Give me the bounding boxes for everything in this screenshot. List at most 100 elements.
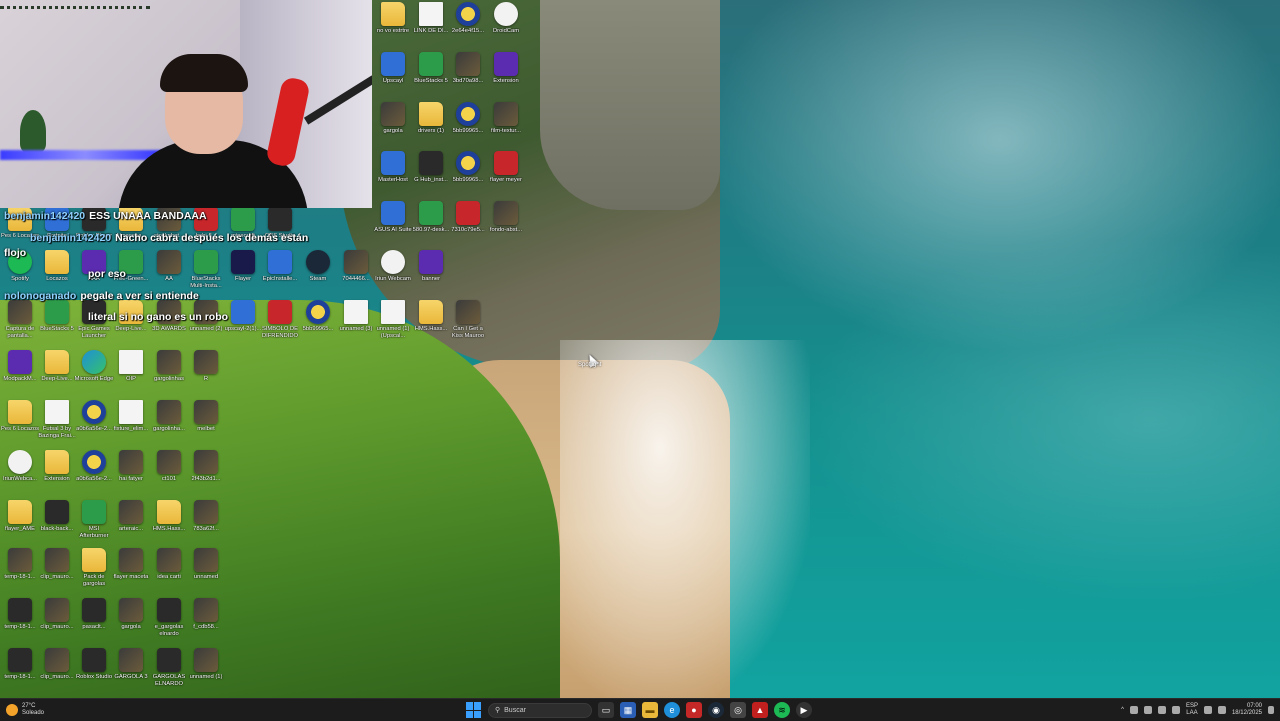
desktop-icon[interactable]: BlueStacks 5: [411, 52, 451, 92]
desktop-icon[interactable]: upscayl-2(1)...: [223, 300, 263, 340]
desktop-icon[interactable]: 2e64e4f15...: [448, 2, 488, 42]
desktop-icon[interactable]: fixture_elim...: [111, 400, 151, 440]
desktop-icon[interactable]: a0b6a56e-2...: [74, 450, 114, 490]
desktop-icon[interactable]: BlueStacks Multi-Insta...: [186, 250, 226, 290]
tray-app-icon[interactable]: [1143, 706, 1152, 714]
desktop-icon[interactable]: banner: [411, 250, 451, 290]
desktop-icon[interactable]: drivers (1): [411, 102, 451, 142]
obs-icon[interactable]: ◎: [730, 702, 746, 718]
desktop-icon[interactable]: Captura de pantalla...: [0, 300, 40, 340]
steam-icon[interactable]: ◉: [708, 702, 724, 718]
desktop-icon[interactable]: gargola: [111, 598, 151, 638]
chevron-up-icon[interactable]: ^: [1121, 707, 1124, 713]
desktop-icon[interactable]: gargolinha...: [149, 400, 189, 440]
desktop-icon[interactable]: 5bb99965...: [448, 151, 488, 191]
desktop-icon[interactable]: Futsal 3 by Bazinga Frai...: [37, 400, 77, 440]
desktop-icon[interactable]: DroidCam: [486, 2, 526, 42]
desktop-icon[interactable]: temp-18-1...: [0, 548, 40, 588]
file-explorer-icon[interactable]: ▬: [642, 702, 658, 718]
desktop-icon[interactable]: G Hub_inst...: [411, 151, 451, 191]
desktop-icon[interactable]: Upscayl: [373, 52, 413, 92]
desktop-icon[interactable]: ct101: [149, 450, 189, 490]
desktop-icon[interactable]: HMS.Hass...: [149, 500, 189, 540]
desktop-icon[interactable]: Extension: [486, 52, 526, 92]
desktop-icon[interactable]: GARGOLAS ELNARDO: [149, 648, 189, 688]
desktop-icon[interactable]: Pes 6 Locazos: [0, 400, 40, 440]
desktop-icon[interactable]: 5bb99965...: [448, 102, 488, 142]
desktop-icon[interactable]: fondo-abst...: [486, 201, 526, 241]
desktop-icon[interactable]: HMS.Hass...: [411, 300, 451, 340]
tray-app-icon[interactable]: [1157, 706, 1166, 714]
desktop-icon[interactable]: unnamed (1) (Upscal...: [373, 300, 413, 340]
clock[interactable]: 07:00 18/12/2025: [1232, 703, 1262, 717]
desktop-icon[interactable]: BlueStacks 5: [37, 300, 77, 340]
desktop-icon[interactable]: Iriun Webcam: [373, 250, 413, 290]
weather-widget[interactable]: 27°C Soleado: [6, 701, 44, 719]
desktop-icon[interactable]: Microsoft Edge: [74, 350, 114, 390]
network-icon[interactable]: [1203, 706, 1212, 714]
desktop-icon[interactable]: 5bb99965...: [298, 300, 338, 340]
widgets-icon[interactable]: ▦: [620, 702, 636, 718]
desktop-icon[interactable]: black-back...: [37, 500, 77, 540]
desktop-icon[interactable]: gargola: [373, 102, 413, 142]
desktop-icon[interactable]: Flayer: [223, 250, 263, 290]
recording-app-icon[interactable]: ●: [686, 702, 702, 718]
desktop-icon[interactable]: GARGOLA 3: [111, 648, 151, 688]
volume-icon[interactable]: [1217, 706, 1226, 714]
desktop-icon[interactable]: EpicInstalle...: [260, 250, 300, 290]
desktop-icon[interactable]: 2f43b2d1...: [186, 450, 226, 490]
tray-app-icon[interactable]: [1129, 706, 1138, 714]
desktop-icon[interactable]: IriunWebca...: [0, 450, 40, 490]
desktop-icon[interactable]: Extension: [37, 450, 77, 490]
edge-icon[interactable]: e: [664, 702, 680, 718]
desktop-icon[interactable]: gargolinhas: [149, 350, 189, 390]
desktop-icon[interactable]: clip_mauro...: [37, 548, 77, 588]
desktop-icon[interactable]: unnamed: [186, 548, 226, 588]
desktop-icon[interactable]: 7310c79e5...: [448, 201, 488, 241]
desktop-icon[interactable]: Can I Get a Kiss Mauroo: [448, 300, 488, 340]
desktop-icon[interactable]: R: [186, 350, 226, 390]
start-button[interactable]: [466, 702, 482, 718]
desktop-icon[interactable]: flayer meyer: [486, 151, 526, 191]
desktop-icon[interactable]: MSI Afterburner: [74, 500, 114, 540]
desktop-icon[interactable]: melbet: [186, 400, 226, 440]
desktop-icon[interactable]: a0b6a56e-2...: [74, 400, 114, 440]
desktop-icon[interactable]: SIMBOLO DE DIFRENDIDO: [260, 300, 300, 340]
desktop-icon[interactable]: ASUS AI Suite: [373, 201, 413, 241]
desktop-icon[interactable]: 3bd70a98...: [448, 52, 488, 92]
media-player-icon[interactable]: ▶: [796, 702, 812, 718]
notification-icon[interactable]: [1268, 706, 1274, 714]
desktop-icon[interactable]: Deep-Live...: [37, 350, 77, 390]
desktop-icon[interactable]: unnamed (3): [336, 300, 376, 340]
desktop-icon[interactable]: AA: [149, 250, 189, 290]
desktop-icon[interactable]: temp-18-1...: [0, 648, 40, 688]
spotify-icon[interactable]: ≋: [774, 702, 790, 718]
desktop-icon[interactable]: Locazos: [37, 250, 77, 290]
desktop-icon[interactable]: temp-18-1...: [0, 598, 40, 638]
desktop-icon[interactable]: OIP: [111, 350, 151, 390]
desktop-icon[interactable]: 580.97-desk...: [411, 201, 451, 241]
language-indicator[interactable]: ESP LAA: [1186, 703, 1198, 717]
desktop-icon[interactable]: flayer maceta: [111, 548, 151, 588]
desktop-icon[interactable]: no vo estrtre: [373, 2, 413, 42]
desktop-icon[interactable]: clip_mauro...: [37, 598, 77, 638]
desktop-icon[interactable]: flayer_AME: [0, 500, 40, 540]
desktop-icon[interactable]: Roblox Studio: [74, 648, 114, 688]
brave-icon[interactable]: ▲: [752, 702, 768, 718]
task-view-icon[interactable]: ▭: [598, 702, 614, 718]
desktop-icon[interactable]: ModpackM...: [0, 350, 40, 390]
desktop-icon[interactable]: Steam: [298, 250, 338, 290]
desktop-icon[interactable]: 783a62f...: [186, 500, 226, 540]
desktop-icon[interactable]: e_gargolas elnardo: [149, 598, 189, 638]
desktop-icon[interactable]: clip_mauro...: [37, 648, 77, 688]
desktop-icon[interactable]: hai fatyer: [111, 450, 151, 490]
desktop-icon[interactable]: Pack de gargolas: [74, 548, 114, 588]
desktop-icon[interactable]: f_cdb58...: [186, 598, 226, 638]
desktop-icon[interactable]: idea carti: [149, 548, 189, 588]
desktop-icon[interactable]: arteraic...: [111, 500, 151, 540]
desktop-icon[interactable]: 7044466...: [336, 250, 376, 290]
desktop-icon[interactable]: LINK DE DI...: [411, 2, 451, 42]
tray-app-icon[interactable]: [1171, 706, 1180, 714]
desktop-icon[interactable]: unnamed (1): [186, 648, 226, 688]
taskbar-search[interactable]: ⚲ Buscar: [488, 702, 592, 718]
